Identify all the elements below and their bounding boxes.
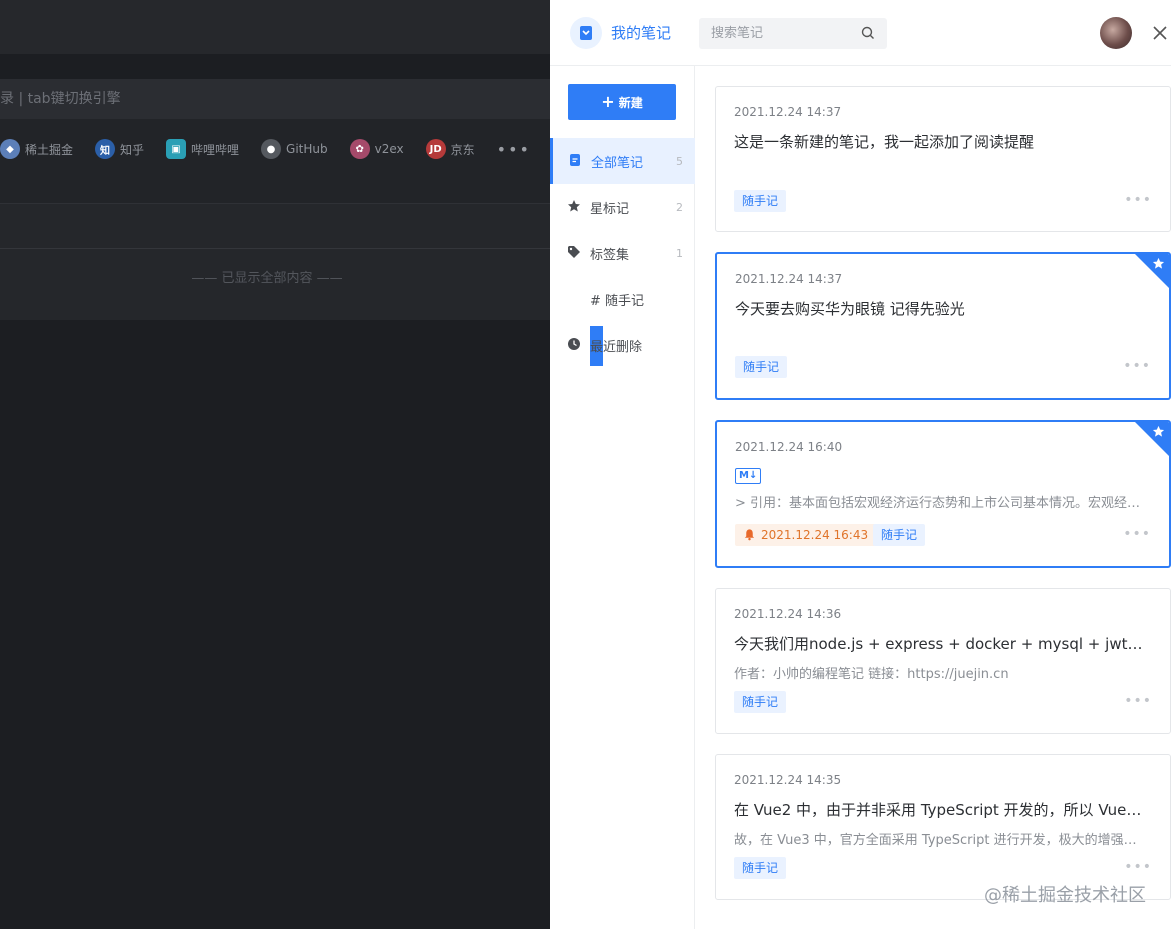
note-more-button[interactable]: ••• — [1124, 859, 1152, 875]
bookmark-label: GitHub — [286, 142, 328, 156]
bookmark-zhihu[interactable]: 知 知乎 — [95, 132, 144, 166]
note-more-button[interactable]: ••• — [1123, 526, 1151, 542]
star-icon — [568, 200, 580, 212]
new-note-label: 新建 — [618, 95, 643, 110]
bookmark-label: 知乎 — [120, 142, 145, 157]
search-box — [699, 18, 887, 49]
background-content-area — [0, 203, 550, 320]
note-date: 2021.12.24 14:37 — [734, 105, 842, 119]
note-title: 这是一条新建的笔记，我一起添加了阅读提醒 — [734, 133, 1035, 151]
note-card[interactable]: 2021.12.24 16:40 M↓ > 引用：基本面包括宏观经济运行态势和上… — [715, 420, 1171, 568]
clock-icon — [568, 338, 580, 350]
bookmark-label: 哔哩哔哩 — [191, 142, 240, 157]
nav-label: 全部笔记 — [591, 155, 644, 171]
star-icon — [1152, 257, 1165, 269]
background-search-bar[interactable]: 录 | tab键切换引擎 — [0, 79, 550, 119]
note-card[interactable]: 2021.12.24 14:35 在 Vue2 中，由于并非采用 TypeScr… — [715, 754, 1171, 900]
bookmark-label: v2ex — [374, 142, 404, 156]
note-tag[interactable]: 随手记 — [734, 691, 787, 713]
search-input[interactable] — [699, 18, 849, 49]
note-title: 在 Vue2 中，由于并非采用 TypeScript 开发的，所以 Vue2 对… — [734, 801, 1144, 819]
note-more-button[interactable]: ••• — [1123, 358, 1151, 374]
note-excerpt: > 引用：基本面包括宏观经济运行态势和上市公司基本情况。宏观经济运行态势 — [735, 496, 1145, 511]
bookmark-bilibili[interactable]: ▣ 哔哩哔哩 — [166, 132, 239, 166]
note-date: 2021.12.24 14:35 — [734, 773, 842, 787]
nav-all-notes[interactable]: 全部笔记 5 — [550, 138, 695, 184]
bookmark-juejin[interactable]: ◆ 稀土掘金 — [0, 132, 73, 166]
note-title: 今天我们用node.js + express + docker + mysql … — [734, 635, 1144, 653]
note-more-button[interactable]: ••• — [1124, 693, 1152, 709]
plus-icon: + — [601, 92, 615, 111]
notes-drawer: 我的笔记 + 新建 全部笔记 5 星标记 2 标签集 1 # 随手记 — [550, 0, 1171, 929]
drawer-header: 我的笔记 — [550, 0, 1171, 66]
bookmark-jd[interactable]: JD 京东 — [425, 132, 475, 166]
bookmark-label: 稀土掘金 — [25, 142, 74, 157]
note-tag[interactable]: 随手记 — [873, 524, 926, 546]
new-note-button[interactable]: + 新建 — [568, 84, 676, 120]
juejin-icon: ◆ — [0, 139, 20, 159]
bookmark-github[interactable]: ● GitHub — [261, 132, 328, 166]
note-date: 2021.12.24 14:37 — [735, 272, 843, 286]
nav-count: 2 — [676, 200, 683, 214]
notes-sidebar: + 新建 全部笔记 5 星标记 2 标签集 1 # 随手记 最近删除 — [550, 66, 695, 929]
avatar[interactable] — [1100, 17, 1132, 49]
note-excerpt: 故，在 Vue3 中，官方全面采用 TypeScript 进行开发，极大的增强了… — [734, 833, 1144, 848]
background-browser-page: 录 | tab键切换引擎 ◆ 稀土掘金 知 知乎 ▣ 哔哩哔哩 ● GitHub… — [0, 0, 550, 929]
nav-count: 5 — [676, 154, 683, 168]
bilibili-icon: ▣ — [166, 139, 187, 159]
note-tag[interactable]: 随手记 — [734, 857, 787, 879]
nav-tags[interactable]: 标签集 1 — [550, 230, 695, 276]
zhihu-icon: 知 — [95, 139, 116, 159]
search-icon[interactable] — [861, 26, 875, 40]
markdown-badge: M↓ — [735, 468, 762, 484]
note-tag[interactable]: 随手记 — [735, 356, 788, 378]
reminder-badge[interactable]: 2021.12.24 16:43 — [735, 524, 877, 546]
v2ex-icon: ✿ — [349, 139, 370, 159]
bookmark-bar: ◆ 稀土掘金 知 知乎 ▣ 哔哩哔哩 ● GitHub ✿ v2ex JD 京东… — [0, 132, 531, 166]
notes-list: 2021.12.24 14:37 这是一条新建的笔记，我一起添加了阅读提醒 随手… — [695, 66, 1171, 929]
nav-starred[interactable]: 星标记 2 — [550, 184, 695, 230]
github-icon: ● — [261, 139, 282, 159]
note-date: 2021.12.24 14:36 — [734, 607, 842, 621]
bookmark-v2ex[interactable]: ✿ v2ex — [349, 132, 404, 166]
bell-icon — [744, 529, 755, 541]
note-more-button[interactable]: ••• — [1124, 192, 1152, 208]
app-title: 我的笔记 — [611, 24, 672, 42]
bookmark-label: 京东 — [450, 142, 475, 157]
nav-label: 标签集 — [590, 247, 630, 263]
divider — [0, 248, 550, 249]
note-date: 2021.12.24 16:40 — [735, 440, 843, 454]
notes-logo-icon — [570, 17, 602, 49]
nav-label: # 随手记 — [590, 293, 645, 309]
note-tag[interactable]: 随手记 — [734, 190, 787, 212]
note-card[interactable]: 2021.12.24 14:37 今天要去购买华为眼镜 记得先验光 随手记 ••… — [715, 252, 1171, 400]
background-end-text: —— 已显示全部内容 —— — [191, 271, 343, 286]
star-icon — [1152, 425, 1165, 437]
jd-icon: JD — [425, 139, 446, 159]
close-icon[interactable] — [1151, 24, 1169, 42]
nav-tag-suishouji[interactable]: # 随手记 — [550, 276, 695, 322]
nav-recently-deleted[interactable]: 最近删除 — [550, 322, 695, 368]
note-title: 今天要去购买华为眼镜 记得先验光 — [735, 300, 965, 318]
bookmark-more-button[interactable]: ••• — [497, 140, 531, 159]
nav-label: 最近删除 — [590, 339, 643, 355]
note-card[interactable]: 2021.12.24 14:36 今天我们用node.js + express … — [715, 588, 1171, 734]
note-icon — [570, 154, 580, 166]
tag-icon — [568, 246, 580, 258]
note-excerpt: 作者：小帅的编程笔记 链接：https://juejin.cn — [734, 667, 1009, 682]
nav-count: 1 — [676, 246, 683, 260]
nav-label: 星标记 — [590, 201, 630, 217]
watermark: @稀土掘金技术社区 — [984, 885, 1146, 906]
background-top-band — [0, 0, 550, 54]
note-card[interactable]: 2021.12.24 14:37 这是一条新建的笔记，我一起添加了阅读提醒 随手… — [715, 86, 1171, 232]
background-search-hint: 录 | tab键切换引擎 — [0, 91, 121, 107]
reminder-time: 2021.12.24 16:43 — [761, 528, 869, 542]
